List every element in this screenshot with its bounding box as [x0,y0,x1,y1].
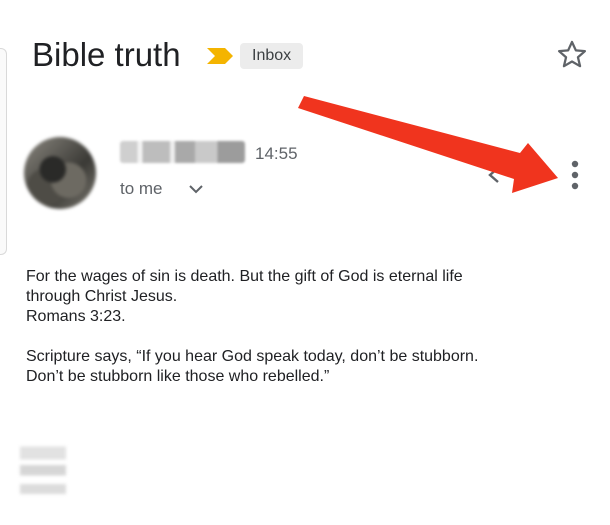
side-panel-edge [0,48,7,255]
body-line: Don’t be stubborn like those who rebelle… [26,368,330,385]
body-line: Romans 3:23. [26,308,126,325]
body-line: Scripture says, “If you hear God speak t… [26,348,479,365]
sender-avatar[interactable] [24,137,96,209]
more-vertical-icon[interactable] [565,158,585,192]
reply-icon[interactable] [484,164,506,186]
body-line: For the wages of sin is death. But the g… [26,268,463,285]
email-subject: Bible truth [32,36,181,73]
body-line: through Christ Jesus. [26,288,178,305]
chevron-down-icon[interactable] [188,183,204,195]
email-body: For the wages of sin is death. But the g… [26,267,586,387]
importance-marker-icon[interactable] [205,46,235,66]
inbox-label-chip[interactable]: Inbox [240,43,304,69]
signature-redacted [20,442,66,500]
recipient-details[interactable]: to me [120,178,163,200]
email-time: 14:55 [255,144,298,163]
star-outline-icon[interactable] [555,38,589,72]
red-arrow-annotation [298,96,558,193]
sender-name-redacted[interactable] [120,141,245,163]
